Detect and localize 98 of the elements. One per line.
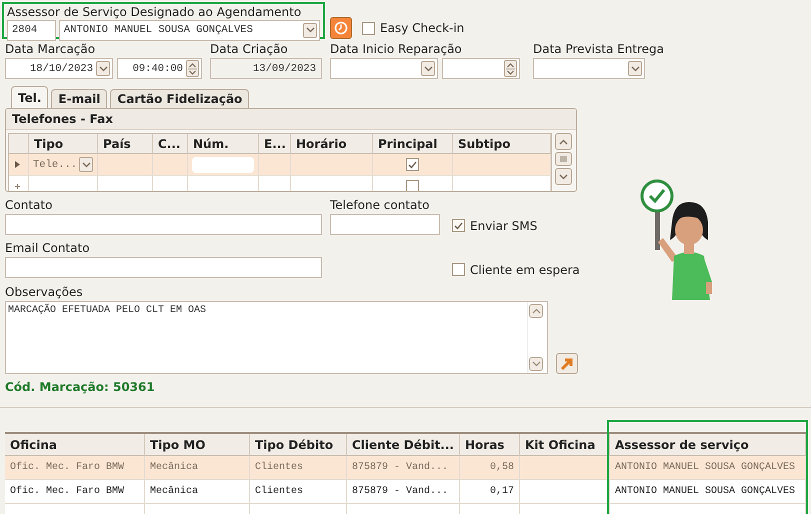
spinner-button[interactable] [186, 60, 199, 77]
code-field[interactable]: 2804 [7, 20, 56, 40]
check-icon [454, 222, 463, 230]
field-label: Data Prevista Entrega [533, 42, 664, 56]
column-header[interactable]: Principal [373, 134, 453, 154]
grip-icon [559, 156, 568, 162]
dropdown-button[interactable] [628, 61, 642, 76]
input-field[interactable] [5, 257, 322, 278]
scroll-up-button[interactable] [555, 133, 572, 150]
field-label: Email Contato [5, 241, 91, 255]
table-cell: Mecânica [145, 480, 250, 504]
row-pointer-icon [15, 161, 20, 168]
table-cell: 0,17 [460, 480, 520, 504]
table-cell: Clientes [250, 480, 347, 504]
caret-icon [82, 162, 90, 168]
time-field[interactable]: 09:40:00 [117, 58, 202, 79]
checkbox[interactable] [452, 219, 465, 232]
column-header[interactable]: Cliente Débit... [347, 434, 460, 456]
checkbox-label: Easy Check-in [380, 21, 464, 35]
tab[interactable]: E-mail [51, 89, 108, 108]
table-cell [98, 154, 153, 176]
table-cell: ANTONIO MANUEL SOUSA GONÇALVES [610, 456, 806, 480]
table-cell: Ofic. Mec. Faro BMW [5, 480, 145, 504]
field-label: Data Criação [210, 42, 289, 56]
caret-icon [559, 174, 568, 180]
clock-button[interactable] [330, 17, 352, 39]
dropdown-button[interactable] [421, 61, 435, 76]
expand-button[interactable] [556, 353, 578, 374]
checkbox-label: Enviar SMS [470, 218, 538, 232]
row-header[interactable] [9, 154, 29, 176]
scroll-down-button[interactable] [555, 168, 572, 185]
checkbox[interactable] [406, 180, 419, 191]
column-header[interactable]: Oficina [5, 434, 145, 456]
checkbox[interactable] [362, 22, 375, 34]
date-field[interactable] [533, 58, 645, 79]
column-header[interactable]: Horário [291, 134, 373, 154]
input-field[interactable] [5, 214, 322, 235]
table-cell: Clientes [250, 456, 347, 480]
field-label: Contato [5, 198, 54, 212]
arrow-icon [560, 356, 574, 370]
column-header[interactable]: Horas [460, 434, 520, 456]
dropdown-button[interactable] [303, 22, 317, 38]
spin-arrows-icon [506, 62, 515, 76]
observations-field[interactable]: MARCAÇÃO EFETUADA PELO CLT EM OAS [5, 301, 548, 374]
field-label: Assessor de Serviço Designado ao Agendamento [7, 4, 302, 18]
column-header[interactable]: C... [153, 134, 188, 154]
field-label: Data Marcação [5, 42, 96, 56]
spin-arrows-icon [188, 62, 197, 76]
type-dropdown[interactable]: Tele... [29, 154, 98, 176]
tab[interactable]: Tel. [11, 86, 48, 108]
spinner-button[interactable] [504, 60, 517, 77]
column-header[interactable]: País [98, 134, 153, 154]
input-field[interactable] [330, 214, 440, 235]
tab[interactable]: Cartão Fidelização [110, 89, 250, 108]
column-header[interactable]: Núm. [188, 134, 259, 154]
scroll-up-button[interactable] [529, 304, 543, 318]
field-label: Telefone contato [330, 198, 430, 212]
time-field[interactable] [442, 58, 520, 79]
column-header[interactable]: Tipo [29, 134, 98, 154]
check-icon [408, 160, 417, 168]
table-cell: 875879 - Vand... [347, 480, 460, 504]
caret-icon [532, 308, 540, 314]
checkbox[interactable] [452, 263, 465, 276]
caret-icon [424, 66, 432, 72]
table-cell: Mecânica [145, 456, 250, 480]
checkbox-label: Cliente em espera [470, 262, 580, 276]
field-label: Data Inicio Reparação [330, 42, 463, 56]
column-header[interactable]: Assessor de serviço [610, 434, 806, 456]
date-field[interactable]: 18/10/2023 [5, 58, 113, 79]
table-cell: 0,58 [460, 456, 520, 480]
column-header[interactable]: Kit Oficina [520, 434, 610, 456]
caret-icon [532, 361, 540, 367]
table-cell: Ofic. Mec. Faro BMW [5, 456, 145, 480]
booking-code: Cód. Marcação: 50361 [5, 380, 156, 394]
caret-icon [630, 66, 640, 72]
caret-icon [98, 66, 108, 72]
table-cell: ANTONIO MANUEL SOUSA GONÇALVES [610, 480, 806, 504]
caret-icon [306, 27, 314, 33]
column-header[interactable]: Tipo MO [145, 434, 250, 456]
date-field[interactable] [330, 58, 438, 79]
redaction-mark [192, 156, 254, 172]
column-header[interactable]: E... [259, 134, 291, 154]
clock-icon [334, 21, 348, 35]
date-field: 13/09/2023 [210, 58, 322, 79]
dropdown-button[interactable] [79, 157, 93, 172]
field-value: MARCAÇÃO EFETUADA PELO CLT EM OAS [7, 302, 208, 318]
panel-title: Telefones - Fax [6, 109, 576, 130]
column-header[interactable]: Subtipo [453, 134, 551, 154]
scroll-down-button[interactable] [529, 357, 543, 371]
caret-icon [559, 138, 568, 144]
field-label: Observações [5, 285, 84, 299]
checkbox[interactable] [406, 158, 419, 171]
scroll-thumb[interactable] [555, 152, 572, 166]
new-row-icon [15, 184, 20, 189]
dropdown-button[interactable] [96, 61, 110, 76]
table-cell: 875879 - Vand... [347, 456, 460, 480]
advisor-dropdown[interactable]: ANTONIO MANUEL SOUSA GONÇALVES [58, 20, 320, 40]
column-header[interactable]: Tipo Débito [250, 434, 347, 456]
